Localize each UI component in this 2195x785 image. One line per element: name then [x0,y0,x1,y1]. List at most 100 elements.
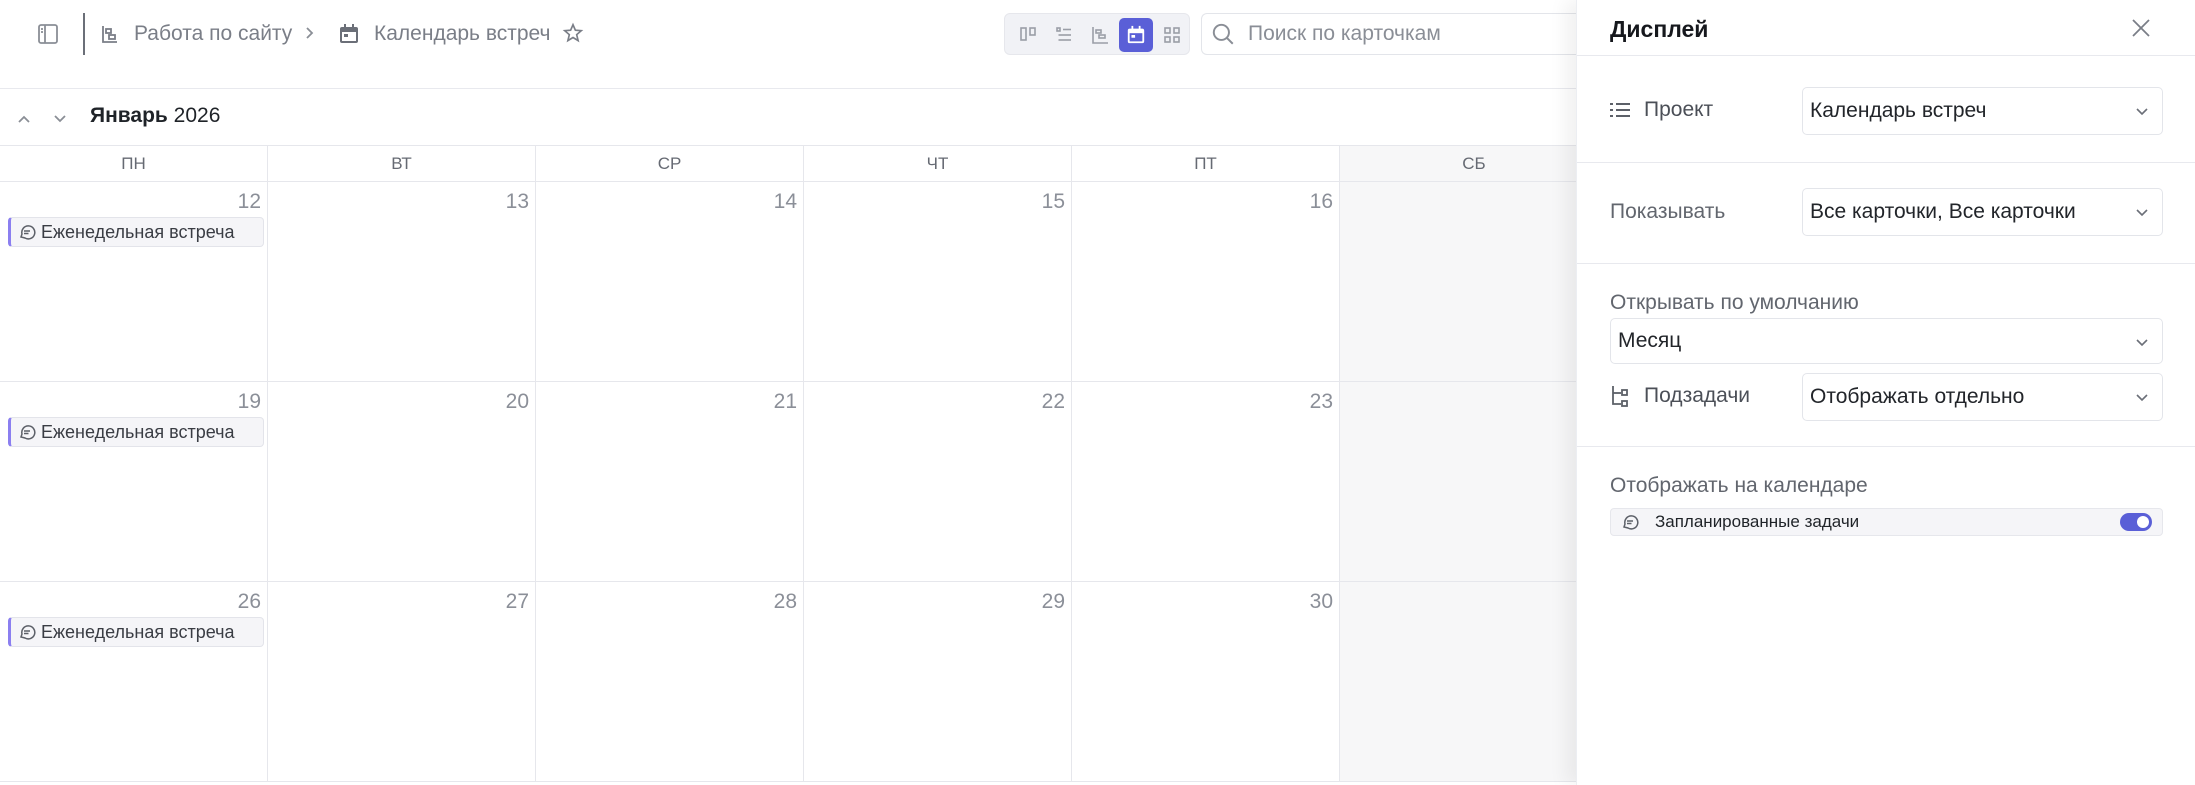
chevron-down-icon [2136,394,2148,402]
scheduled-tasks-row[interactable]: Запланированные задачи [1610,508,2163,536]
show-label: Показывать [1610,200,1726,223]
subtasks-select-value: Отображать отдельно [1810,385,2025,408]
day-number: 19 [237,390,261,413]
favorite-button[interactable] [562,22,584,49]
search-icon [1212,23,1234,45]
calendar-day-cell[interactable]: 26 Еженедельная встреча [0,582,268,782]
kanban-icon [1020,27,1036,41]
next-month-button[interactable] [48,107,72,131]
calendar-day-cell[interactable]: 28 [536,582,804,782]
month-name: Январь [90,104,168,127]
calendar-day-cell[interactable]: 23 [1072,382,1340,582]
weekday-header: ПТ [1072,145,1340,182]
chat-bubble-icon [20,425,36,440]
chat-bubble-icon [20,225,36,240]
prev-month-button[interactable] [12,107,36,131]
calendar-icon [340,23,358,43]
day-number: 28 [773,590,797,613]
panel-title: Дисплей [1610,16,1709,42]
search-input[interactable] [1248,22,1548,46]
event-title: Еженедельная встреча [41,621,235,642]
calendar-day-cell[interactable]: 27 [268,582,536,782]
calendar-day-cell[interactable]: 20 [268,382,536,582]
calendar-event[interactable]: Еженедельная встреча [8,617,264,647]
close-panel-button[interactable] [2127,14,2155,42]
weekday-header: СР [536,145,804,182]
calendar-day-cell[interactable] [1340,582,1608,782]
project-select-value: Календарь встреч [1810,99,1987,122]
breadcrumb-page-label: Календарь встреч [374,21,551,45]
view-list-button[interactable] [1047,18,1081,52]
toolbar-separator [83,13,85,55]
list-view-icon [1056,27,1071,41]
sidebar-toggle-icon [38,24,58,44]
open-default-select[interactable]: Месяц [1610,318,2163,364]
view-calendar-button[interactable] [1119,18,1153,52]
day-number: 20 [505,390,529,413]
scheduled-tasks-label: Запланированные задачи [1655,512,1860,531]
project-label: Проект [1610,98,1713,122]
subtasks-label: Подзадачи [1610,384,1750,408]
close-icon [2132,19,2150,37]
display-panel: Дисплей Проект Календарь встреч Показыва… [1576,0,2195,785]
subtasks-select[interactable]: Отображать отдельно [1802,373,2163,421]
project-tree-icon [102,25,117,43]
calendar-day-cell[interactable] [1340,382,1608,582]
month-title: Январь 2026 [90,104,220,128]
calendar-day-cell[interactable]: 22 [804,382,1072,582]
breadcrumb-project-label: Работа по сайту [134,21,293,45]
chevron-down-icon [2136,209,2148,217]
day-number: 14 [773,190,797,213]
open-default-label: Открывать по умолчанию [1610,291,1859,314]
event-title: Еженедельная встреча [41,421,235,442]
display-on-calendar-label: Отображать на календаре [1610,474,1868,497]
search-box [1201,13,1581,55]
breadcrumb-page[interactable]: Календарь встреч [338,0,550,67]
month-header: Январь 2026 [0,89,1576,145]
calendar-day-cell[interactable]: 21 [536,382,804,582]
view-gantt-button[interactable] [1083,18,1117,52]
day-number: 12 [237,190,261,213]
sidebar-toggle-button[interactable] [28,18,68,50]
day-number: 13 [505,190,529,213]
chevron-down-icon [2136,339,2148,347]
calendar-event[interactable]: Еженедельная встреча [8,417,264,447]
calendar-day-cell[interactable] [1340,182,1608,382]
calendar-day-cell[interactable]: 19 Еженедельная встреча [0,382,268,582]
open-default-value: Месяц [1618,329,1682,352]
calendar-grid: ПН ВТ СР ЧТ ПТ СБ 12 Еженедельная встреча 13 14 15… [0,145,1608,785]
calendar-day-cell[interactable]: 13 [268,182,536,382]
calendar-event[interactable]: Еженедельная встреча [8,217,264,247]
day-number: 29 [1041,590,1065,613]
show-select-value: Все карточки, Все карточки [1810,200,2076,223]
day-number: 15 [1041,190,1065,213]
breadcrumb-project[interactable]: Работа по сайту [100,0,292,67]
show-select[interactable]: Все карточки, Все карточки [1802,188,2163,236]
calendar-day-cell[interactable]: 14 [536,182,804,382]
chevron-down-icon [2136,108,2148,116]
list-icon [1610,103,1630,117]
gantt-icon [1092,27,1108,44]
chevron-up-icon [18,115,30,123]
calendar-day-cell[interactable]: 15 [804,182,1072,382]
weekday-header: ПН [0,145,268,182]
day-number: 16 [1309,190,1333,213]
weekday-header: ВТ [268,145,536,182]
project-select[interactable]: Календарь встреч [1802,87,2163,135]
chevron-down-icon [54,115,66,123]
calendar-day-cell[interactable]: 16 [1072,182,1340,382]
star-icon [562,22,584,43]
weekday-header: СБ [1340,145,1608,182]
weekday-header: ЧТ [804,145,1072,182]
breadcrumb-chevron-icon [303,22,317,49]
calendar-day-cell[interactable]: 12 Еженедельная встреча [0,182,268,382]
calendar-day-cell[interactable]: 30 [1072,582,1340,782]
calendar-day-cell[interactable]: 29 [804,582,1072,782]
chat-bubble-icon [1623,515,1639,530]
subtasks-label-text: Подзадачи [1644,384,1751,407]
project-label-text: Проект [1644,98,1714,121]
view-grid-button[interactable] [1155,18,1189,52]
scheduled-tasks-toggle[interactable] [2120,513,2152,531]
panel-divider [1577,55,2195,56]
view-kanban-button[interactable] [1011,18,1045,52]
